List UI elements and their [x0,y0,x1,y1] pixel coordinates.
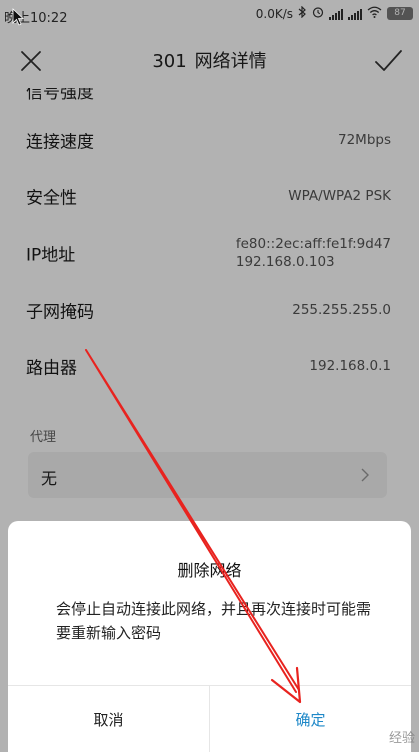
watermark: 经验 [388,731,415,746]
dialog-title: 删除网络 [177,561,242,580]
dialog-actions: 取消 确定 [8,685,411,752]
ok-button[interactable]: 确定 [209,686,411,752]
cancel-button[interactable]: 取消 [8,686,209,752]
screen: 晚上10:22 0.0K/s 87 301 网络详情 信号强度 连接速度 72M… [0,0,419,752]
pointer-cursor-icon [12,8,24,26]
delete-network-dialog: 删除网络 会停止自动连接此网络，并且再次连接时可能需要重新输入密码 取消 确定 [8,521,411,752]
dialog-message: 会停止自动连接此网络，并且再次连接时可能需要重新输入密码 [56,600,372,642]
